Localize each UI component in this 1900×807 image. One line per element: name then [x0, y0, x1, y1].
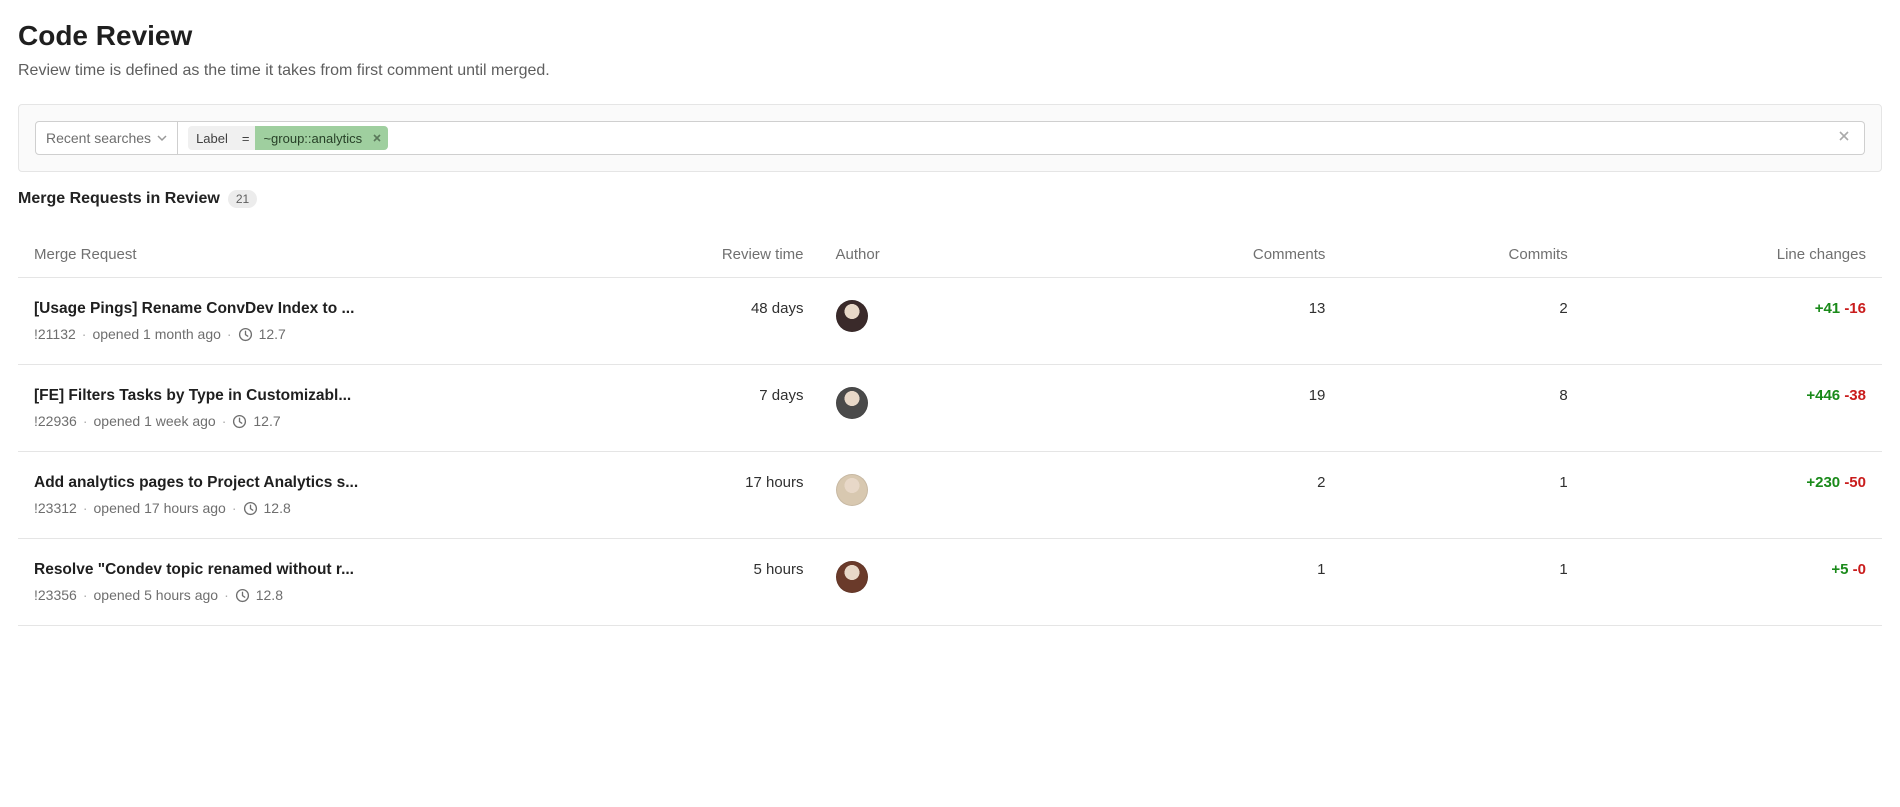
recent-searches-dropdown[interactable]: Recent searches: [35, 121, 178, 155]
section-count-badge: 21: [228, 190, 257, 208]
page-description: Review time is defined as the time it ta…: [18, 62, 1882, 80]
merge-requests-table: Merge Request Review time Author Comment…: [18, 216, 1882, 626]
chevron-down-icon: [157, 133, 167, 143]
page-title: Code Review: [18, 20, 1882, 52]
additions: +446: [1806, 387, 1840, 404]
commits-cell: 2: [1341, 278, 1583, 365]
additions: +41: [1815, 300, 1840, 317]
avatar[interactable]: [836, 300, 868, 332]
comments-cell: 13: [1080, 278, 1341, 365]
filter-token-value: ~group::analytics: [255, 126, 370, 150]
table-row[interactable]: Add analytics pages to Project Analytics…: [18, 452, 1882, 539]
commits-cell: 1: [1341, 452, 1583, 539]
mr-opened: opened 5 hours ago: [94, 587, 219, 603]
review-time-cell: 48 days: [614, 278, 819, 365]
col-header-comments[interactable]: Comments: [1080, 216, 1341, 278]
separator-dot: ·: [232, 500, 237, 516]
additions: +5: [1831, 561, 1848, 578]
separator-dot: ·: [83, 587, 88, 603]
table-row[interactable]: Resolve "Condev topic renamed without r.…: [18, 539, 1882, 626]
mr-title[interactable]: Add analytics pages to Project Analytics…: [34, 474, 474, 492]
mr-milestone[interactable]: 12.8: [264, 500, 291, 516]
clock-icon: [238, 327, 253, 342]
col-header-review-time[interactable]: Review time: [614, 216, 819, 278]
filter-text-input[interactable]: [388, 122, 1834, 154]
section-header: Merge Requests in Review 21: [18, 190, 1882, 208]
clock-icon: [235, 588, 250, 603]
separator-dot: ·: [222, 413, 227, 429]
col-header-author[interactable]: Author: [820, 216, 1081, 278]
table-header-row: Merge Request Review time Author Comment…: [18, 216, 1882, 278]
mr-opened: opened 1 month ago: [92, 326, 220, 342]
filter-token-key: Label: [188, 131, 236, 146]
review-time-cell: 17 hours: [614, 452, 819, 539]
comments-cell: 1: [1080, 539, 1341, 626]
mr-id[interactable]: !22936: [34, 413, 77, 429]
mr-title[interactable]: [FE] Filters Tasks by Type in Customizab…: [34, 387, 474, 405]
clock-icon: [243, 501, 258, 516]
mr-opened: opened 1 week ago: [94, 413, 216, 429]
mr-milestone[interactable]: 12.7: [259, 326, 286, 342]
line-changes-cell: +230 -50: [1584, 452, 1882, 539]
commits-cell: 1: [1341, 539, 1583, 626]
col-header-merge-request[interactable]: Merge Request: [18, 216, 614, 278]
mr-meta: !23312 · opened 17 hours ago · 12.8: [34, 500, 598, 516]
filter-token[interactable]: Label = ~group::analytics: [188, 126, 388, 150]
mr-opened: opened 17 hours ago: [94, 500, 226, 516]
filter-input-area[interactable]: Label = ~group::analytics: [178, 121, 1865, 155]
commits-cell: 8: [1341, 365, 1583, 452]
separator-dot: ·: [227, 326, 232, 342]
line-changes-cell: +446 -38: [1584, 365, 1882, 452]
additions: +230: [1806, 474, 1840, 491]
col-header-commits[interactable]: Commits: [1341, 216, 1583, 278]
mr-title[interactable]: [Usage Pings] Rename ConvDev Index to ..…: [34, 300, 474, 318]
filter-panel: Recent searches Label = ~group::analytic…: [18, 104, 1882, 172]
filter-token-operator: =: [236, 131, 256, 146]
filter-clear-button[interactable]: [1834, 129, 1854, 147]
deletions: -38: [1844, 387, 1866, 404]
mr-milestone[interactable]: 12.8: [256, 587, 283, 603]
line-changes-cell: +5 -0: [1584, 539, 1882, 626]
mr-title[interactable]: Resolve "Condev topic renamed without r.…: [34, 561, 474, 579]
separator-dot: ·: [82, 326, 87, 342]
mr-meta: !21132 · opened 1 month ago · 12.7: [34, 326, 598, 342]
clock-icon: [232, 414, 247, 429]
table-row[interactable]: [Usage Pings] Rename ConvDev Index to ..…: [18, 278, 1882, 365]
line-changes-cell: +41 -16: [1584, 278, 1882, 365]
mr-milestone[interactable]: 12.7: [253, 413, 280, 429]
mr-meta: !22936 · opened 1 week ago · 12.7: [34, 413, 598, 429]
filter-token-remove[interactable]: [370, 126, 388, 150]
mr-id[interactable]: !21132: [34, 326, 76, 342]
close-icon: [1838, 130, 1850, 142]
comments-cell: 19: [1080, 365, 1341, 452]
mr-id[interactable]: !23312: [34, 500, 77, 516]
deletions: -0: [1853, 561, 1866, 578]
deletions: -50: [1844, 474, 1866, 491]
review-time-cell: 5 hours: [614, 539, 819, 626]
mr-meta: !23356 · opened 5 hours ago · 12.8: [34, 587, 598, 603]
close-icon: [372, 133, 382, 143]
separator-dot: ·: [83, 413, 88, 429]
avatar[interactable]: [836, 561, 868, 593]
mr-id[interactable]: !23356: [34, 587, 77, 603]
separator-dot: ·: [83, 500, 88, 516]
separator-dot: ·: [224, 587, 229, 603]
deletions: -16: [1844, 300, 1866, 317]
avatar[interactable]: [836, 474, 868, 506]
comments-cell: 2: [1080, 452, 1341, 539]
review-time-cell: 7 days: [614, 365, 819, 452]
section-title: Merge Requests in Review: [18, 190, 220, 208]
table-row[interactable]: [FE] Filters Tasks by Type in Customizab…: [18, 365, 1882, 452]
avatar[interactable]: [836, 387, 868, 419]
recent-searches-label: Recent searches: [46, 130, 151, 146]
col-header-line-changes[interactable]: Line changes: [1584, 216, 1882, 278]
